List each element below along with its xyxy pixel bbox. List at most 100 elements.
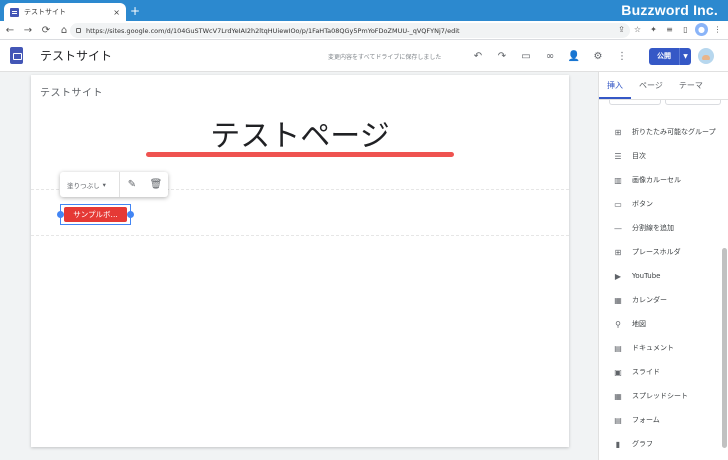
sites-logo-icon[interactable]	[10, 47, 23, 64]
preview-icon[interactable]: ▭	[518, 48, 534, 64]
insert-item-label: 地図	[632, 320, 646, 328]
youtube-icon: ▶	[614, 271, 622, 281]
editor-tools: ↶ ↷ ▭ ∞ 👤 ⚙ ⋮	[470, 48, 630, 64]
insert-item-label: 折りたたみ可能なグループ	[632, 128, 716, 136]
panel-scrollbar[interactable]	[722, 248, 727, 448]
sample-button[interactable]: サンプルボ...	[64, 207, 127, 222]
insert-item-label: 画像カルーセル	[632, 176, 681, 184]
reload-icon[interactable]: ⟳	[38, 22, 54, 38]
publish-button[interactable]: 公開 ▼	[649, 48, 691, 65]
avatar[interactable]	[698, 48, 714, 64]
insert-item-label: スプレッドシート	[632, 392, 688, 400]
lock-icon	[76, 28, 81, 33]
insert-item-label: 目次	[632, 152, 646, 160]
forms-icon: ▤	[614, 415, 622, 425]
insert-item-toc[interactable]: ☰ 目次	[599, 144, 728, 168]
publish-label: 公開	[657, 52, 671, 60]
insert-item-label: プレースホルダ	[632, 248, 681, 256]
reading-list-icon[interactable]: ≡	[663, 23, 676, 36]
insert-item-map[interactable]: ⚲ 地図	[599, 312, 728, 336]
page-title[interactable]: テストページ	[31, 111, 569, 155]
insert-item-label: ボタン	[632, 200, 653, 208]
slides-icon: ▣	[614, 367, 622, 377]
insert-item-carousel[interactable]: ▥ 画像カルーセル	[599, 168, 728, 192]
insert-item-label: YouTube	[632, 272, 661, 280]
sites-app-bar: テストサイト 変更内容をすべてドライブに保存しました ↶ ↷ ▭ ∞ 👤 ⚙ ⋮…	[0, 40, 728, 72]
tab-pages[interactable]: ページ	[631, 72, 671, 99]
redo-icon[interactable]: ↷	[494, 48, 510, 64]
panel-card-stub[interactable]	[609, 100, 661, 105]
map-pin-icon: ⚲	[615, 319, 621, 329]
tab-title: テストサイト	[24, 8, 66, 16]
sheets-icon: ▦	[614, 391, 622, 401]
url-text: https://sites.google.com/d/104GuSTWcV7Lr…	[86, 26, 460, 35]
bookmark-star-icon[interactable]: ☆	[631, 23, 644, 36]
placeholder-icon: ⊞	[614, 247, 622, 257]
insert-item-forms[interactable]: ▤ フォーム	[599, 408, 728, 432]
insert-item-label: スライド	[632, 368, 660, 376]
brand-watermark: Buzzword Inc.	[621, 2, 718, 18]
publish-dropdown-icon[interactable]: ▼	[679, 48, 691, 65]
browser-tab[interactable]: テストサイト ×	[4, 3, 126, 21]
close-icon[interactable]: ×	[113, 8, 120, 17]
section-divider	[31, 235, 569, 236]
insert-item-button[interactable]: ▭ ボタン	[599, 192, 728, 216]
panel-card-stub[interactable]	[665, 100, 721, 105]
header-site-title[interactable]: テストサイト	[40, 84, 103, 99]
back-icon[interactable]: ←	[2, 22, 18, 38]
carousel-icon: ▥	[614, 175, 622, 185]
calendar-icon: ▦	[614, 295, 622, 305]
insert-item-divider[interactable]: — 分割線を追加	[599, 216, 728, 240]
insert-item-label: フォーム	[632, 416, 660, 424]
insert-item-slides[interactable]: ▣ スライド	[599, 360, 728, 384]
chevron-down-icon: ▾	[102, 180, 106, 189]
more-icon[interactable]: ⋮	[711, 23, 724, 36]
insert-list: ⊞ 折りたたみ可能なグループ ☰ 目次 ▥ 画像カルーセル ▭ ボタン — 分割…	[599, 120, 728, 456]
button-icon: ▭	[614, 199, 622, 209]
address-bar[interactable]: https://sites.google.com/d/104GuSTWcV7Lr…	[70, 23, 630, 38]
browser-tab-bar: テストサイト × + Buzzword Inc.	[0, 0, 728, 21]
share-icon[interactable]: ⇪	[615, 23, 628, 36]
more-options-icon[interactable]: ⋮	[614, 48, 630, 64]
insert-item-label: カレンダー	[632, 296, 667, 304]
divider-icon: —	[614, 223, 622, 233]
new-tab-icon[interactable]: +	[130, 4, 140, 18]
insert-item-label: グラフ	[632, 440, 653, 448]
browser-actions: ⇪ ☆ ✦ ≡ ▯ ● ⋮	[615, 23, 724, 36]
panel-tabs: 挿入 ページ テーマ	[599, 72, 728, 100]
share-with-others-icon[interactable]: 👤	[566, 48, 582, 64]
undo-icon[interactable]: ↶	[470, 48, 486, 64]
selected-button-frame[interactable]: サンプルボ...	[57, 204, 134, 225]
link-icon[interactable]: ∞	[542, 48, 558, 64]
extensions-icon[interactable]: ✦	[647, 23, 660, 36]
title-underline	[146, 152, 454, 157]
edit-pencil-icon[interactable]: ✎	[120, 172, 144, 197]
button-toolbar: 塗りつぶし ▾ ✎ 🗑	[60, 172, 168, 197]
forward-icon[interactable]: →	[20, 22, 36, 38]
insert-item-chart[interactable]: ▮ グラフ	[599, 432, 728, 456]
tab-insert[interactable]: 挿入	[599, 72, 631, 99]
insert-item-docs[interactable]: ▤ ドキュメント	[599, 336, 728, 360]
profile-icon[interactable]: ●	[695, 23, 708, 36]
delete-trash-icon[interactable]: 🗑	[144, 172, 168, 197]
resize-handle-right[interactable]	[127, 211, 134, 218]
insert-item-sheets[interactable]: ▦ スプレッドシート	[599, 384, 728, 408]
browser-nav-bar: ← → ⟳ ⌂ https://sites.google.com/d/104Gu…	[0, 21, 728, 40]
tab-themes[interactable]: テーマ	[671, 72, 711, 99]
insert-item-youtube[interactable]: ▶ YouTube	[599, 264, 728, 288]
settings-gear-icon[interactable]: ⚙	[590, 48, 606, 64]
collapsible-group-icon: ⊞	[614, 127, 622, 137]
site-name[interactable]: テストサイト	[40, 47, 112, 64]
insert-item-label: ドキュメント	[632, 344, 674, 352]
insert-item-placeholder[interactable]: ⊞ プレースホルダ	[599, 240, 728, 264]
side-panel-icon[interactable]: ▯	[679, 23, 692, 36]
sites-favicon-icon	[10, 7, 19, 17]
button-style-select[interactable]: 塗りつぶし ▾	[60, 180, 119, 190]
button-style-label: 塗りつぶし	[67, 181, 100, 190]
insert-item-calendar[interactable]: ▦ カレンダー	[599, 288, 728, 312]
page-canvas: テストサイト テストページ 塗りつぶし ▾ ✎ 🗑 サンプルボ...	[31, 75, 569, 447]
save-status: 変更内容をすべてドライブに保存しました	[328, 54, 442, 61]
insert-panel: 挿入 ページ テーマ ⊞ 折りたたみ可能なグループ ☰ 目次 ▥ 画像カルーセル…	[598, 72, 728, 460]
resize-handle-left[interactable]	[57, 211, 64, 218]
insert-item-collapsible[interactable]: ⊞ 折りたたみ可能なグループ	[599, 120, 728, 144]
